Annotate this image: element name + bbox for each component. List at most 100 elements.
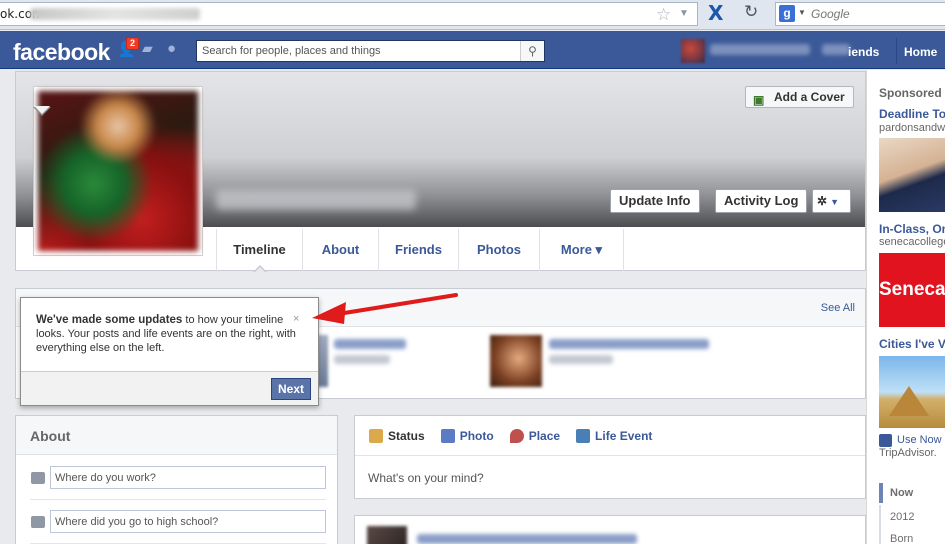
timeline-story [354,515,866,544]
gear-icon: ✲ [817,194,828,208]
user-name-blurred[interactable] [710,44,810,55]
life-event-icon [576,429,591,443]
messages-icon[interactable]: ▰ [142,40,160,58]
scrubber-born[interactable]: Born [890,533,913,544]
ad-title[interactable]: Cities I've V [879,337,945,351]
browser-toolbar: ok.con ☆ ▼ X ↻ g ▼ Google [0,0,945,30]
app-icon [879,434,892,447]
scrubber-line [879,505,881,544]
ad-title[interactable]: In-Class, On [879,222,945,236]
add-friend-link-blurred[interactable] [549,355,613,364]
red-annotation-arrow-icon [312,293,458,324]
search-engine-dropdown-icon[interactable]: ▼ [798,8,806,17]
add-cover-label: Add a Cover [774,90,845,104]
status-icon [369,429,383,443]
place-icon [509,429,524,443]
work-field [50,466,326,489]
ad-domain: senecacollege [879,236,945,248]
find-friends-blurred [822,44,850,55]
google-icon[interactable]: g [779,5,795,22]
sponsored-heading: Sponsored [879,86,942,100]
ad-image[interactable] [879,138,945,212]
story-avatar[interactable] [367,526,407,544]
user-avatar[interactable] [681,39,705,63]
pyramid-image [889,386,929,416]
profile-picture[interactable] [33,86,203,256]
tab-friends[interactable]: Friends [379,229,459,271]
fb-search-box: ⚲ [196,40,545,62]
photo-icon [440,429,455,443]
add-friend-link-blurred[interactable] [334,355,390,364]
right-column: Sponsored Deadline To pardonsandwa In-Cl… [866,70,945,544]
composer-tab-life-event[interactable]: Life Event [576,416,652,456]
tab-about[interactable]: About [303,229,379,271]
tab-more[interactable]: More ▾ [540,229,624,271]
browser-search-placeholder: Google [811,7,850,21]
search-icon[interactable]: ⚲ [520,41,544,61]
composer-tab-label: Status [388,429,425,443]
url-dropdown-icon[interactable]: ▼ [679,8,689,19]
profile-picture-image [38,91,198,251]
scrubber-active-marker [879,483,883,503]
ad-app-name: TripAdvisor. [879,447,937,459]
about-work-row [16,458,337,502]
see-all-link[interactable]: See All [821,302,855,314]
friend-requests-badge[interactable]: 2 [126,37,140,50]
notifications-globe-icon[interactable]: ● [167,40,185,58]
tooltip-footer: Next [21,371,318,405]
scrubber-now[interactable]: Now [890,487,913,499]
composer-tab-status[interactable]: Status [369,416,425,456]
status-input[interactable] [355,457,865,498]
scrubber-2012[interactable]: 2012 [890,511,914,523]
about-title: About [30,428,71,444]
home-link[interactable]: Home [904,45,937,59]
update-info-button[interactable]: Update Info [610,189,700,213]
close-icon[interactable]: × [293,313,299,325]
url-blurred [30,8,200,20]
ad-title[interactable]: Deadline To [879,107,945,121]
friend-suggestion-name-blurred[interactable] [334,339,406,349]
facebook-header: facebook 👤 2 ▰ ● ⚲ iends Home [0,31,945,69]
stop-icon[interactable]: X [708,1,723,25]
ad-domain: pardonsandwa [879,122,945,134]
reload-icon[interactable]: ↻ [744,2,758,22]
find-friends-link[interactable]: iends [848,45,879,59]
fb-search-input[interactable] [197,41,515,61]
composer-tab-photo[interactable]: Photo [440,416,494,456]
ad-image[interactable]: Seneca [879,253,945,327]
add-cover-button[interactable]: ▣ Add a Cover [745,86,854,108]
tooltip-heading: We've made some updates [36,314,183,326]
use-now-link[interactable]: Use Now [897,434,942,446]
tooltip-text: We've made some updates to how your time… [36,313,306,355]
profile-header: ▣ Add a Cover Update Info Activity Log ✲… [15,71,866,273]
add-photo-icon: ▣ [753,93,765,107]
settings-dropdown-button[interactable]: ✲ ▼ [812,189,851,213]
composer-tab-label: Photo [459,429,494,443]
school-field [50,510,326,533]
about-header: About [16,416,337,455]
timeline-tabs: Timeline About Friends Photos More ▾ [216,229,624,273]
friend-suggestion-photo[interactable] [490,335,542,387]
briefcase-icon [31,472,45,484]
school-input[interactable] [51,511,325,532]
friend-suggestion-name-blurred[interactable] [549,339,709,349]
next-button[interactable]: Next [270,378,311,400]
tab-timeline[interactable]: Timeline [217,229,303,273]
story-author-blurred[interactable] [417,534,637,544]
nav-divider [896,38,897,64]
composer-tab-place[interactable]: Place [509,416,561,456]
divider [30,499,326,500]
work-input[interactable] [51,467,325,488]
address-bar[interactable]: ok.con ☆ ▼ [0,2,698,26]
activity-log-button[interactable]: Activity Log [715,189,808,213]
composer-tab-label: Place [528,429,561,443]
browser-search-box[interactable]: g ▼ Google [775,2,945,26]
composer-tabs: Status Photo Place Life Event [355,416,865,456]
about-school-row [16,502,337,544]
bookmark-star-icon[interactable]: ☆ [656,5,671,25]
tab-photos[interactable]: Photos [459,229,540,271]
chevron-down-icon: ▼ [830,197,839,207]
facebook-logo[interactable]: facebook [13,39,110,66]
school-icon [31,516,45,528]
composer-tab-label: Life Event [595,429,653,443]
